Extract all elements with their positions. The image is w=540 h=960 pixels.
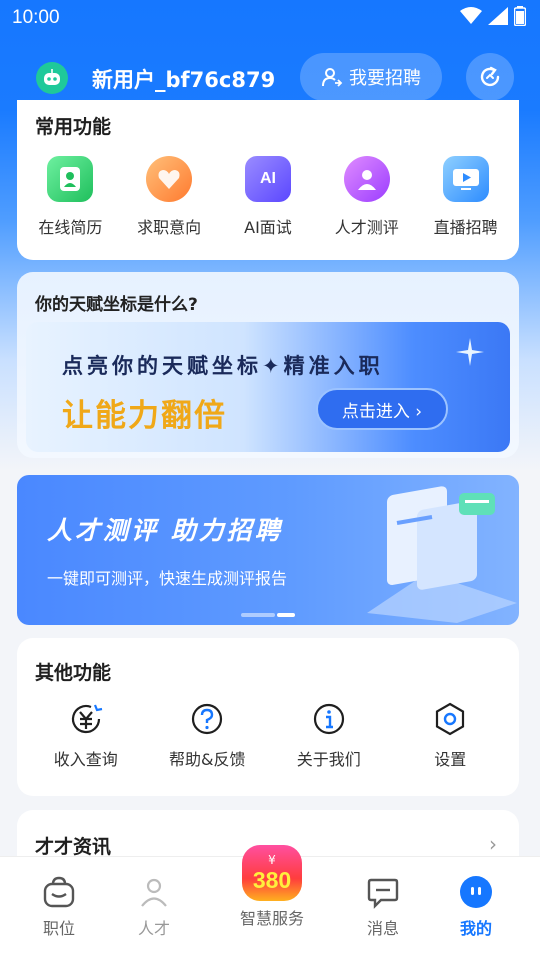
promo-banner[interactable]: 人才测评 助力招聘 一键即可测评，快速生成测评报告: [17, 475, 519, 625]
ticket-icon: ¥: [268, 852, 276, 867]
tab-label: 智慧服务: [239, 909, 304, 928]
func-label: AI面试: [244, 218, 292, 237]
status-icons: [460, 6, 527, 31]
other-functions-card: 其他功能 收入查询 帮助&反馈 关于我们 设置: [17, 638, 519, 796]
func-talent-eval[interactable]: 人才测评: [319, 156, 415, 238]
other-functions-row: 收入查询 帮助&反馈 关于我们 设置: [17, 702, 519, 770]
carousel-dot[interactable]: [241, 613, 275, 617]
other-label: 收入查询: [53, 750, 118, 769]
intent-icon: [146, 156, 193, 202]
tab-messages[interactable]: 消息: [343, 875, 423, 939]
help-icon: [192, 703, 223, 735]
signal-icon: [488, 7, 508, 30]
enter-button[interactable]: 点击进入 ›: [316, 388, 448, 430]
tab-label: 职位: [42, 919, 75, 938]
message-icon: [367, 878, 399, 909]
news-title: 才才资讯: [35, 836, 112, 858]
talent-banner[interactable]: 点亮你的天赋坐标✦精准入职 让能力翻倍 点击进入 ›: [26, 322, 510, 452]
user-switch-icon: [322, 68, 343, 87]
talent-coordinate-card: 你的天赋坐标是什么? 点亮你的天赋坐标✦精准入职 让能力翻倍 点击进入 ›: [17, 272, 519, 458]
func-label: 在线简历: [38, 218, 103, 237]
talent-banner-line2: 让能力翻倍: [62, 398, 227, 434]
other-label: 设置: [434, 750, 467, 769]
refresh-button[interactable]: [466, 53, 514, 101]
func-label: 人才测评: [334, 218, 399, 237]
smart-service-badge: ¥ 380: [242, 845, 302, 901]
other-income-query[interactable]: 收入查询: [31, 702, 141, 770]
talent-title: 你的天赋坐标是什么?: [35, 295, 198, 315]
func-label: 求职意向: [137, 218, 202, 237]
refresh-icon: [480, 66, 500, 87]
badge-number: 380: [252, 866, 292, 893]
func-label: 直播招聘: [433, 218, 498, 237]
common-functions-card: 常用功能 在线简历 求职意向 AI AI面试 人才测评 直播招聘: [17, 100, 519, 260]
status-time: 10:00: [12, 7, 60, 28]
status-bar: 10:00: [0, 0, 540, 36]
robot-avatar-icon: [44, 69, 60, 85]
talent-icon: [141, 878, 167, 907]
sparkle-icon: [456, 338, 484, 366]
tab-jobs[interactable]: 职位: [19, 875, 99, 939]
username[interactable]: 新用户_bf76c879: [92, 64, 275, 94]
tab-smart-service[interactable]: ¥ 380 智慧服务: [234, 845, 310, 929]
func-online-resume[interactable]: 在线简历: [22, 156, 118, 238]
live-icon: [442, 156, 489, 202]
func-live-recruit[interactable]: 直播招聘: [418, 156, 514, 238]
other-functions-title: 其他功能: [35, 662, 112, 684]
tab-label: 人才: [137, 919, 170, 938]
talent-banner-line1: 点亮你的天赋坐标✦精准入职: [62, 354, 384, 378]
settings-icon: [436, 702, 465, 736]
other-label: 帮助&反馈: [169, 750, 246, 769]
chevron-right-icon: ›: [489, 832, 497, 856]
avatar[interactable]: [36, 62, 68, 94]
battery-icon: [513, 6, 527, 31]
promo-title: 人才测评 助力招聘: [47, 516, 283, 545]
tab-profile[interactable]: 我的: [436, 875, 516, 939]
func-job-intent[interactable]: 求职意向: [121, 156, 217, 238]
other-settings[interactable]: 设置: [395, 702, 505, 770]
tab-label-active: 我的: [459, 919, 492, 938]
func-ai-interview[interactable]: AI AI面试: [220, 156, 316, 238]
recruit-label: 我要招聘: [349, 68, 421, 89]
other-about-us[interactable]: 关于我们: [274, 702, 384, 770]
other-help-feedback[interactable]: 帮助&反馈: [152, 702, 262, 770]
common-functions-row: 在线简历 求职意向 AI AI面试 人才测评 直播招聘: [17, 156, 519, 238]
income-icon: [71, 704, 102, 734]
recruit-button[interactable]: 我要招聘: [300, 53, 442, 101]
resume-icon: [47, 156, 94, 202]
profile-icon: [460, 876, 492, 908]
ai-interview-icon: AI: [244, 156, 291, 202]
tab-label: 消息: [366, 919, 399, 938]
talent-eval-icon: [343, 156, 390, 202]
tab-talent[interactable]: 人才: [114, 875, 194, 939]
other-label: 关于我们: [296, 750, 361, 769]
info-icon: [313, 703, 344, 735]
bottom-tab-bar: 职位 人才 ¥ 380 智慧服务 消息 我的: [0, 845, 540, 960]
briefcase-icon: [43, 876, 75, 908]
carousel-indicator: [241, 613, 295, 617]
common-functions-title: 常用功能: [35, 116, 112, 138]
report-illustration-icon: [367, 486, 517, 623]
wifi-icon: [460, 7, 482, 30]
carousel-dot-active[interactable]: [277, 613, 295, 617]
promo-subtitle: 一键即可测评，快速生成测评报告: [47, 569, 288, 588]
profile-header: 新用户_bf76c879 我要招聘: [0, 50, 540, 106]
